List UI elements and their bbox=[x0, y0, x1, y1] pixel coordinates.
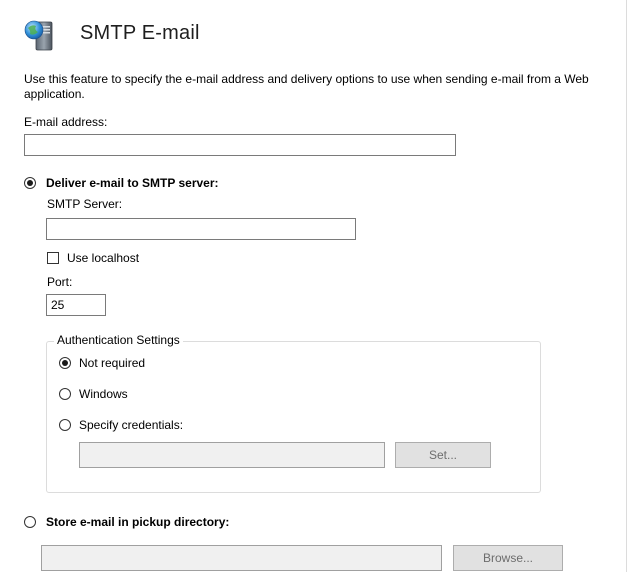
auth-windows-label: Windows bbox=[79, 387, 128, 401]
deliver-smtp-label: Deliver e-mail to SMTP server: bbox=[46, 176, 219, 190]
pickup-directory-input[interactable] bbox=[41, 545, 442, 571]
use-localhost-checkbox[interactable] bbox=[47, 252, 59, 264]
browse-button[interactable]: Browse... bbox=[453, 545, 563, 571]
smtp-server-label: SMTP Server: bbox=[47, 197, 123, 211]
credentials-input[interactable] bbox=[79, 442, 385, 468]
feature-description: Use this feature to specify the e-mail a… bbox=[24, 72, 589, 101]
port-input[interactable] bbox=[46, 294, 106, 316]
auth-specify-credentials-radio[interactable] bbox=[59, 419, 71, 431]
email-address-input[interactable] bbox=[24, 134, 456, 156]
port-label: Port: bbox=[47, 275, 73, 289]
smtp-server-input[interactable] bbox=[46, 218, 356, 240]
auth-not-required-label: Not required bbox=[79, 356, 146, 370]
use-localhost-label: Use localhost bbox=[67, 251, 140, 265]
auth-windows-radio[interactable] bbox=[59, 388, 71, 400]
pickup-directory-radio[interactable] bbox=[24, 516, 36, 528]
authentication-settings-legend: Authentication Settings bbox=[54, 333, 183, 347]
pickup-directory-label: Store e-mail in pickup directory: bbox=[46, 515, 230, 529]
auth-specify-credentials-label: Specify credentials: bbox=[79, 418, 184, 432]
set-credentials-button[interactable]: Set... bbox=[395, 442, 491, 468]
email-address-label: E-mail address: bbox=[24, 115, 108, 129]
server-globe-icon bbox=[22, 18, 58, 54]
page-title: SMTP E-mail bbox=[80, 22, 200, 44]
auth-not-required-radio[interactable] bbox=[59, 357, 71, 369]
smtp-email-feature-page: SMTP E-mail Use this feature to specify … bbox=[0, 0, 627, 572]
deliver-smtp-radio[interactable] bbox=[24, 177, 36, 189]
